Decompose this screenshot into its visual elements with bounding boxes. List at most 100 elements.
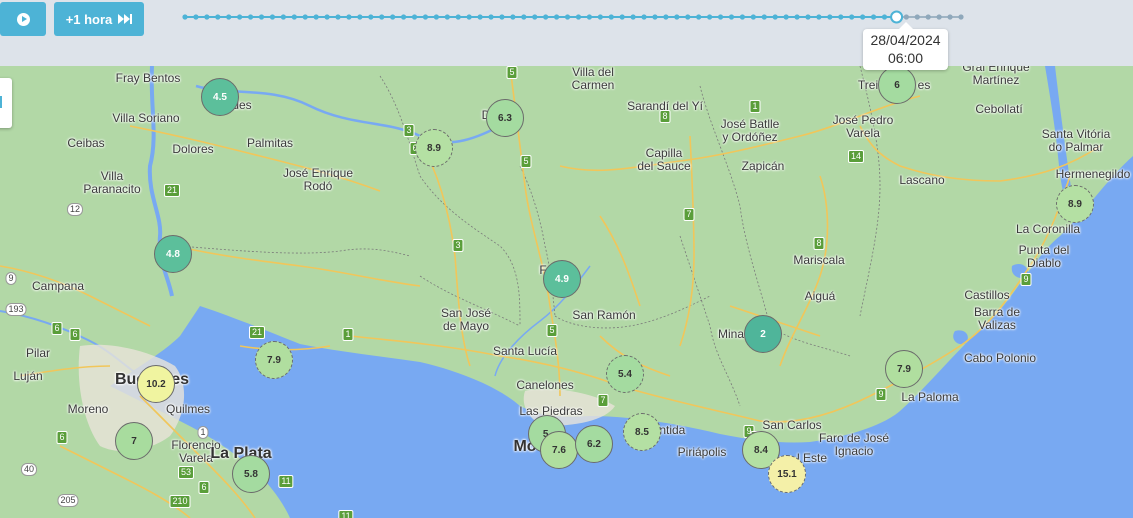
timeline-tick[interactable] <box>291 14 297 20</box>
timeline-tick[interactable] <box>488 14 494 20</box>
timeline-tick[interactable] <box>925 14 931 20</box>
station-marker-s8[interactable]: 2 <box>744 315 782 353</box>
timeline-tick[interactable] <box>433 14 439 20</box>
timeline-tick[interactable] <box>663 14 669 20</box>
timeline-tick[interactable] <box>750 14 756 20</box>
timeline-tick[interactable] <box>269 14 276 20</box>
timeline-tick[interactable] <box>881 14 888 20</box>
station-marker-s9[interactable]: 7.9 <box>255 341 293 379</box>
station-marker-s19[interactable]: 15.1 <box>768 455 806 493</box>
timeline-tick[interactable] <box>772 14 778 20</box>
timeline-tick[interactable] <box>193 14 199 20</box>
station-marker-s3[interactable]: 8.9 <box>415 129 453 167</box>
timeline-tick[interactable] <box>554 14 560 20</box>
station-marker-s20[interactable]: 5.8 <box>232 455 270 493</box>
timeline-tick[interactable] <box>258 14 265 20</box>
timeline-tick[interactable] <box>444 14 450 20</box>
station-marker-s4[interactable]: 6 <box>878 66 916 104</box>
timeline-tick[interactable] <box>816 14 822 20</box>
timeline-tick[interactable] <box>838 14 844 20</box>
timeline-tick[interactable] <box>794 14 800 20</box>
timeline-tick[interactable] <box>237 14 243 20</box>
timeline-tick[interactable] <box>641 14 647 20</box>
timeline-tick[interactable] <box>313 14 319 20</box>
timeline-tick[interactable] <box>477 14 483 20</box>
timeline-tick[interactable] <box>379 14 385 20</box>
timeline-tick[interactable] <box>696 14 702 20</box>
station-marker-s16[interactable]: 6.2 <box>575 425 613 463</box>
timeline-tick[interactable] <box>510 14 516 20</box>
place-label-lujan: Luján <box>13 369 43 383</box>
station-marker-s11[interactable]: 10.2 <box>137 365 175 403</box>
timeline-tick[interactable] <box>860 14 866 20</box>
timeline-tick[interactable] <box>903 14 909 20</box>
timeline-tick[interactable] <box>204 14 210 20</box>
timeline-tick[interactable] <box>805 14 811 20</box>
timeline-tick[interactable] <box>182 14 188 20</box>
timeline-tick[interactable] <box>575 14 582 20</box>
timeline-tick[interactable] <box>564 14 571 20</box>
timeline-tick[interactable] <box>717 14 724 20</box>
timeline-tick[interactable] <box>597 14 603 20</box>
timeline-tick[interactable] <box>674 14 680 20</box>
timeline-tick[interactable] <box>280 14 286 20</box>
timeline-tick[interactable] <box>652 14 658 20</box>
timeline-tick[interactable] <box>936 14 942 20</box>
station-value: 2 <box>760 328 766 340</box>
timeline-tick[interactable] <box>521 14 527 20</box>
timeline-tick[interactable] <box>335 14 341 20</box>
timeline-tick[interactable] <box>619 14 625 20</box>
station-marker-s17[interactable]: 8.5 <box>623 413 661 451</box>
place-label-la-paloma: La Paloma <box>901 390 959 404</box>
station-value: 5.4 <box>618 368 632 380</box>
station-marker-s7[interactable]: 4.9 <box>543 260 581 298</box>
timeline-tick[interactable] <box>685 14 691 20</box>
timeline-tick[interactable] <box>226 14 232 20</box>
timeline-tick[interactable] <box>958 14 964 20</box>
station-marker-s6[interactable]: 4.8 <box>154 235 192 273</box>
station-marker-s2[interactable]: 6.3 <box>486 99 524 137</box>
timeline-tick[interactable] <box>543 14 549 20</box>
side-panel-toggle[interactable] <box>0 78 12 128</box>
timeline-tick[interactable] <box>947 14 953 20</box>
timeline-tick[interactable] <box>499 14 505 20</box>
map-view[interactable]: Fray Bentos des Villa Soriano Ceibas Dolores… <box>0 66 1133 518</box>
timeline-tick[interactable] <box>247 14 254 20</box>
station-marker-s13[interactable]: 7 <box>115 422 153 460</box>
timeline-tick[interactable] <box>346 14 352 20</box>
route-shield: 193 <box>5 303 27 316</box>
timeline-tick[interactable] <box>827 14 833 20</box>
timeline-tick[interactable] <box>914 14 920 20</box>
timeline-tick[interactable] <box>739 14 746 20</box>
timeline-tick[interactable] <box>455 14 461 20</box>
play-button[interactable] <box>0 2 46 36</box>
timeline-tick[interactable] <box>400 14 407 20</box>
time-slider-handle[interactable] <box>890 10 904 24</box>
timeline-tick[interactable] <box>783 14 789 20</box>
station-marker-s5[interactable]: 8.9 <box>1056 185 1094 223</box>
timeline-tick[interactable] <box>761 14 767 20</box>
time-slider[interactable] <box>182 10 964 24</box>
timeline-tick[interactable] <box>586 14 592 20</box>
timeline-tick[interactable] <box>390 14 396 20</box>
timeline-tick[interactable] <box>608 14 614 20</box>
station-marker-s12[interactable]: 5.4 <box>606 355 644 393</box>
timeline-tick[interactable] <box>422 14 429 20</box>
timeline-tick[interactable] <box>728 14 735 20</box>
timeline-tick[interactable] <box>302 14 308 20</box>
station-marker-s15[interactable]: 7.6 <box>540 431 578 469</box>
station-marker-s1[interactable]: 4.5 <box>201 78 239 116</box>
timeline-tick[interactable] <box>849 14 855 20</box>
add-one-hour-button[interactable]: +1 hora <box>54 2 144 36</box>
timeline-tick[interactable] <box>368 14 374 20</box>
timeline-tick[interactable] <box>411 14 418 20</box>
timeline-tick[interactable] <box>215 14 221 20</box>
timeline-tick[interactable] <box>870 14 877 20</box>
timeline-tick[interactable] <box>532 14 538 20</box>
timeline-tick[interactable] <box>630 14 636 20</box>
timeline-tick[interactable] <box>324 14 330 20</box>
timeline-tick[interactable] <box>466 14 472 20</box>
timeline-tick[interactable] <box>357 14 363 20</box>
timeline-tick[interactable] <box>707 14 713 20</box>
station-marker-s10[interactable]: 7.9 <box>885 350 923 388</box>
